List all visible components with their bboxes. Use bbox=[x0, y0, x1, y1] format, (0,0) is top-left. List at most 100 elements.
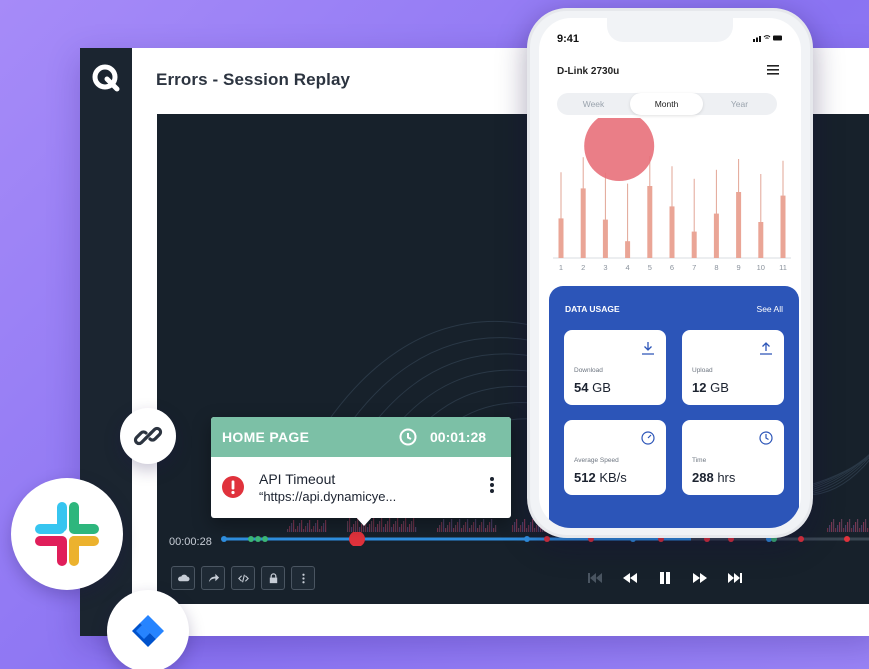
lock-button[interactable] bbox=[261, 566, 285, 590]
link-icon bbox=[133, 426, 163, 446]
data-usage-title: DATA USAGE bbox=[565, 304, 620, 314]
activity-bar bbox=[381, 518, 383, 532]
more-button[interactable] bbox=[291, 566, 315, 590]
rewind-button[interactable] bbox=[619, 568, 641, 588]
activity-bar bbox=[317, 520, 319, 532]
activity-bar bbox=[847, 522, 849, 532]
activity-bar bbox=[839, 522, 841, 532]
tile-label: Upload bbox=[692, 367, 713, 374]
activity-bar bbox=[863, 522, 865, 532]
skip-end-button[interactable] bbox=[724, 568, 746, 588]
bar-6[interactable] bbox=[669, 206, 675, 258]
share-button[interactable] bbox=[201, 566, 225, 590]
event-popup[interactable]: HOME PAGE 00:01:28 API Timeout “https://… bbox=[211, 417, 511, 526]
time-tile[interactable]: Time 288 hrs bbox=[682, 420, 784, 495]
jira-badge[interactable] bbox=[107, 590, 189, 669]
error-icon bbox=[222, 476, 244, 498]
bar-4[interactable] bbox=[625, 241, 631, 258]
bar-3[interactable] bbox=[602, 219, 608, 258]
activity-bar bbox=[405, 518, 407, 532]
hamburger-menu-icon[interactable] bbox=[767, 65, 779, 75]
activity-bar bbox=[387, 521, 389, 532]
tick-label-5: 5 bbox=[648, 263, 652, 272]
see-all-link[interactable]: See All bbox=[757, 304, 783, 314]
status-time: 9:41 bbox=[557, 33, 580, 45]
cloud-icon bbox=[177, 574, 190, 581]
activity-bar bbox=[315, 523, 317, 532]
activity-bar bbox=[293, 520, 295, 532]
tab-year[interactable]: Year bbox=[703, 93, 776, 115]
activity-bar bbox=[441, 522, 443, 532]
fast-forward-button[interactable] bbox=[689, 568, 711, 588]
upload-tile[interactable]: Upload 12 GB bbox=[682, 330, 784, 405]
activity-bar bbox=[385, 524, 387, 532]
activity-bar bbox=[475, 519, 477, 532]
activity-bar bbox=[520, 525, 522, 532]
activity-bar bbox=[379, 521, 381, 532]
lock-icon bbox=[269, 572, 277, 583]
tick-label-2: 2 bbox=[581, 263, 585, 272]
bar-11[interactable] bbox=[780, 195, 786, 258]
activity-bar bbox=[465, 522, 467, 532]
tick-label-4: 4 bbox=[626, 263, 630, 272]
activity-bar bbox=[291, 523, 293, 532]
tick-label-8: 8 bbox=[714, 263, 718, 272]
rewind-icon bbox=[623, 573, 637, 583]
activity-bar bbox=[841, 519, 843, 532]
activity-bar bbox=[481, 522, 483, 532]
tick-label-11: 11 bbox=[779, 263, 787, 272]
activity-bar bbox=[532, 519, 534, 532]
activity-bar bbox=[853, 525, 855, 532]
popup-header: HOME PAGE 00:01:28 bbox=[211, 417, 511, 457]
phone-screen: 9:41 D-Link 2730u Week Month Year 1 2 3 4 5 6… bbox=[539, 18, 801, 528]
usage-bar-chart: 1 2 3 4 5 6 7 8 9 10 11 bbox=[553, 118, 791, 272]
activity-bar bbox=[411, 521, 413, 532]
bar-8[interactable] bbox=[713, 213, 719, 258]
cloud-button[interactable] bbox=[171, 566, 195, 590]
share-icon bbox=[208, 573, 219, 582]
bar-9[interactable] bbox=[736, 192, 742, 258]
activity-bar bbox=[451, 519, 453, 532]
status-icons bbox=[753, 34, 783, 44]
activity-bar bbox=[347, 521, 349, 532]
activity-bar bbox=[403, 521, 405, 532]
skip-end-icon bbox=[728, 573, 742, 583]
bar-2[interactable] bbox=[580, 188, 586, 258]
tick-label-10: 10 bbox=[757, 263, 765, 272]
average-speed-tile[interactable]: Average Speed 512 KB/s bbox=[564, 420, 666, 495]
period-switcher: Week Month Year bbox=[557, 93, 777, 115]
timeline-playhead[interactable] bbox=[349, 532, 365, 546]
activity-bar bbox=[491, 519, 493, 532]
activity-bar bbox=[459, 519, 461, 532]
activity-bar bbox=[831, 522, 833, 532]
activity-bar bbox=[536, 525, 538, 532]
bar-1[interactable] bbox=[558, 218, 564, 258]
code-button[interactable] bbox=[231, 566, 255, 590]
highlight-marker[interactable] bbox=[584, 118, 655, 181]
bar-7[interactable] bbox=[691, 231, 697, 258]
fast-forward-icon bbox=[693, 573, 707, 583]
speedometer-icon bbox=[641, 431, 655, 445]
bar-5[interactable] bbox=[647, 186, 653, 258]
link-badge[interactable] bbox=[120, 408, 176, 464]
activity-bar bbox=[857, 519, 859, 532]
download-tile[interactable]: Download 54 GB bbox=[564, 330, 666, 405]
skip-start-button[interactable] bbox=[584, 568, 606, 588]
activity-bar bbox=[845, 525, 847, 532]
page-title: Errors - Session Replay bbox=[156, 70, 351, 89]
slack-badge[interactable] bbox=[11, 478, 123, 590]
activity-bar bbox=[301, 520, 303, 532]
activity-bar bbox=[449, 522, 451, 532]
activity-bar bbox=[861, 525, 863, 532]
activity-bar bbox=[299, 523, 301, 532]
bar-10[interactable] bbox=[758, 222, 764, 258]
activity-bar bbox=[837, 525, 839, 532]
more-vertical-icon[interactable] bbox=[487, 475, 497, 495]
activity-bar bbox=[409, 524, 411, 532]
current-time: 00:00:28 bbox=[169, 536, 212, 548]
activity-bar bbox=[413, 518, 415, 532]
app-logo-icon[interactable] bbox=[92, 64, 120, 92]
tab-week[interactable]: Week bbox=[557, 93, 630, 115]
tab-month[interactable]: Month bbox=[630, 93, 703, 115]
pause-button[interactable] bbox=[654, 568, 676, 588]
